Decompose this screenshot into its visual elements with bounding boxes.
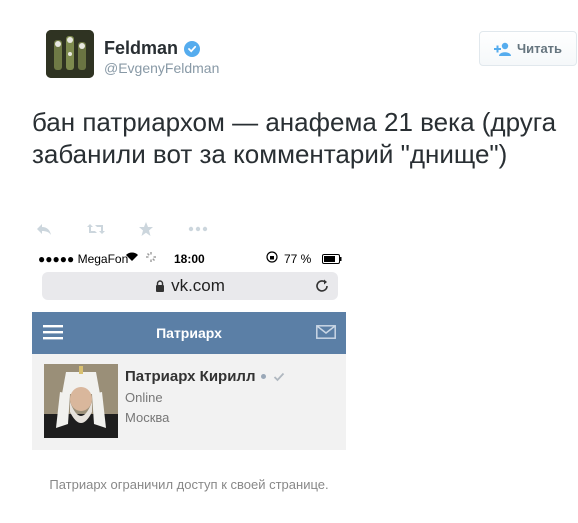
tweet-text: бан патриархом — анафема 21 века (друга … — [32, 107, 557, 169]
phone-status-bar: ●●●●● MegaFon 18:00 77 % — [32, 248, 346, 268]
avatar[interactable] — [46, 30, 94, 78]
profile-status: Online — [125, 390, 163, 405]
profile-photo[interactable] — [44, 364, 118, 438]
attached-screenshot[interactable]: ●●●●● MegaFon 18:00 77 % vk.com Патриарх… — [32, 248, 346, 523]
tweet-card: Feldman @EvgenyFeldman Читать бан патриа… — [0, 0, 578, 523]
user-name[interactable]: Feldman — [104, 38, 178, 59]
add-user-icon — [493, 42, 511, 56]
online-dot-icon — [260, 374, 266, 379]
restricted-message: Патриарх ограничил доступ к своей страни… — [49, 477, 329, 492]
lock-icon — [156, 280, 165, 292]
more-icon[interactable] — [188, 220, 208, 238]
favorite-icon[interactable] — [136, 220, 156, 238]
rotation-lock-icon — [266, 251, 278, 266]
battery-percent: 77 % — [284, 252, 312, 266]
loading-icon — [145, 251, 157, 266]
profile-name-row: Патриарх Кирилл — [125, 368, 285, 385]
browser-url-bar[interactable]: vk.com — [42, 272, 338, 300]
follow-button-label: Читать — [516, 41, 563, 56]
profile-city: Москва — [125, 410, 170, 425]
url-text: vk.com — [171, 276, 225, 295]
verified-badge-icon — [184, 40, 201, 57]
status-time: 18:00 — [174, 252, 205, 266]
vk-header: Патриарх — [32, 312, 346, 354]
reply-icon[interactable] — [34, 220, 54, 238]
user-handle[interactable]: @EvgenyFeldman — [104, 60, 219, 76]
profile-name: Патриарх Кирилл — [125, 368, 256, 385]
mail-icon[interactable] — [316, 325, 336, 344]
wifi-icon — [125, 251, 139, 265]
battery-icon — [322, 253, 342, 267]
vk-header-title: Патриарх — [156, 325, 222, 341]
reload-icon[interactable] — [314, 278, 330, 299]
retweet-icon[interactable] — [86, 220, 106, 238]
user-name-row: Feldman — [104, 38, 201, 59]
profile-card: Патриарх Кирилл Online Москва — [32, 354, 346, 450]
follow-button[interactable]: Читать — [479, 31, 577, 66]
carrier-label: ●●●●● MegaFon — [38, 252, 129, 266]
checkmark-icon — [273, 372, 285, 382]
avatar-image — [46, 30, 94, 78]
